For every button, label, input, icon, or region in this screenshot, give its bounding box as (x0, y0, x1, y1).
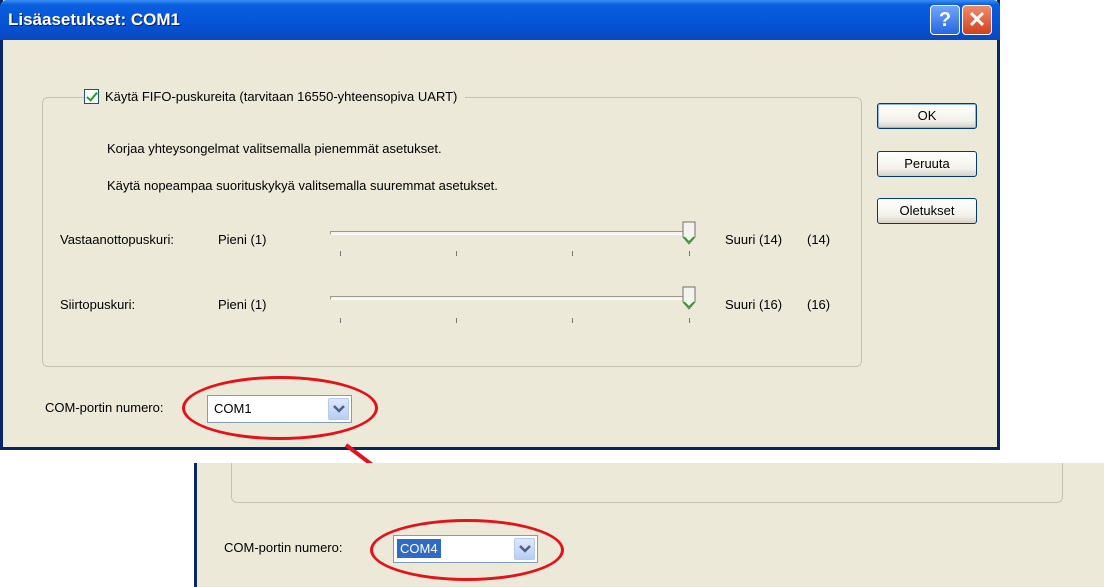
slider-tick (340, 251, 341, 256)
cancel-button[interactable]: Peruuta (877, 151, 977, 177)
receive-buffer-slider-track[interactable] (330, 231, 692, 235)
receive-buffer-value: (14) (807, 232, 831, 247)
transmit-buffer-label: Siirtopuskuri: (60, 297, 136, 312)
transmit-buffer-slider-track[interactable] (330, 296, 692, 300)
slider-tick (572, 318, 573, 323)
hint-lower-settings: Korjaa yhteysongelmat valitsemalla piene… (107, 141, 442, 156)
slider-tick (456, 318, 457, 323)
receive-buffer-min-label: Pieni (1) (218, 232, 267, 247)
defaults-button[interactable]: Oletukset (877, 198, 977, 224)
slider-thumb-icon[interactable] (682, 286, 696, 310)
slider-tick (340, 318, 341, 323)
com-port-label-after: COM-portin numero: (224, 540, 343, 555)
slider-tick (689, 251, 690, 256)
slider-tick (456, 251, 457, 256)
slider-tick (572, 251, 573, 256)
title-bar[interactable]: Lisäasetukset: COM1 ? ✕ (0, 0, 1000, 40)
help-icon[interactable]: ? (930, 5, 960, 35)
close-icon[interactable]: ✕ (962, 5, 992, 35)
hint-higher-settings: Käytä nopeampaa suorituskykyä valitsemal… (107, 178, 498, 193)
dialog-crop-after: COM-portin numero: COM4 (194, 463, 1104, 587)
annotation-ellipse (182, 376, 378, 440)
transmit-buffer-value: (16) (807, 297, 831, 312)
ok-button[interactable]: OK (877, 103, 977, 129)
transmit-buffer-max-label: Suuri (16) (725, 297, 783, 312)
dialog-title: Lisäasetukset: COM1 (8, 10, 180, 29)
com-port-label: COM-portin numero: (45, 400, 164, 415)
fifo-checkbox-row[interactable]: Käytä FIFO-puskureita (tarvitaan 16550-y… (84, 89, 466, 104)
fifo-groupbox-edge (231, 463, 1063, 503)
checkmark-icon[interactable] (84, 89, 99, 104)
receive-buffer-max-label: Suuri (14) (725, 232, 783, 247)
annotation-ellipse (370, 519, 564, 581)
receive-buffer-label: Vastaanottopuskuri: (60, 232, 174, 247)
slider-thumb-icon[interactable] (682, 221, 696, 245)
transmit-buffer-min-label: Pieni (1) (218, 297, 267, 312)
slider-tick (689, 318, 690, 323)
fifo-checkbox-label[interactable]: Käytä FIFO-puskureita (tarvitaan 16550-y… (105, 89, 457, 104)
